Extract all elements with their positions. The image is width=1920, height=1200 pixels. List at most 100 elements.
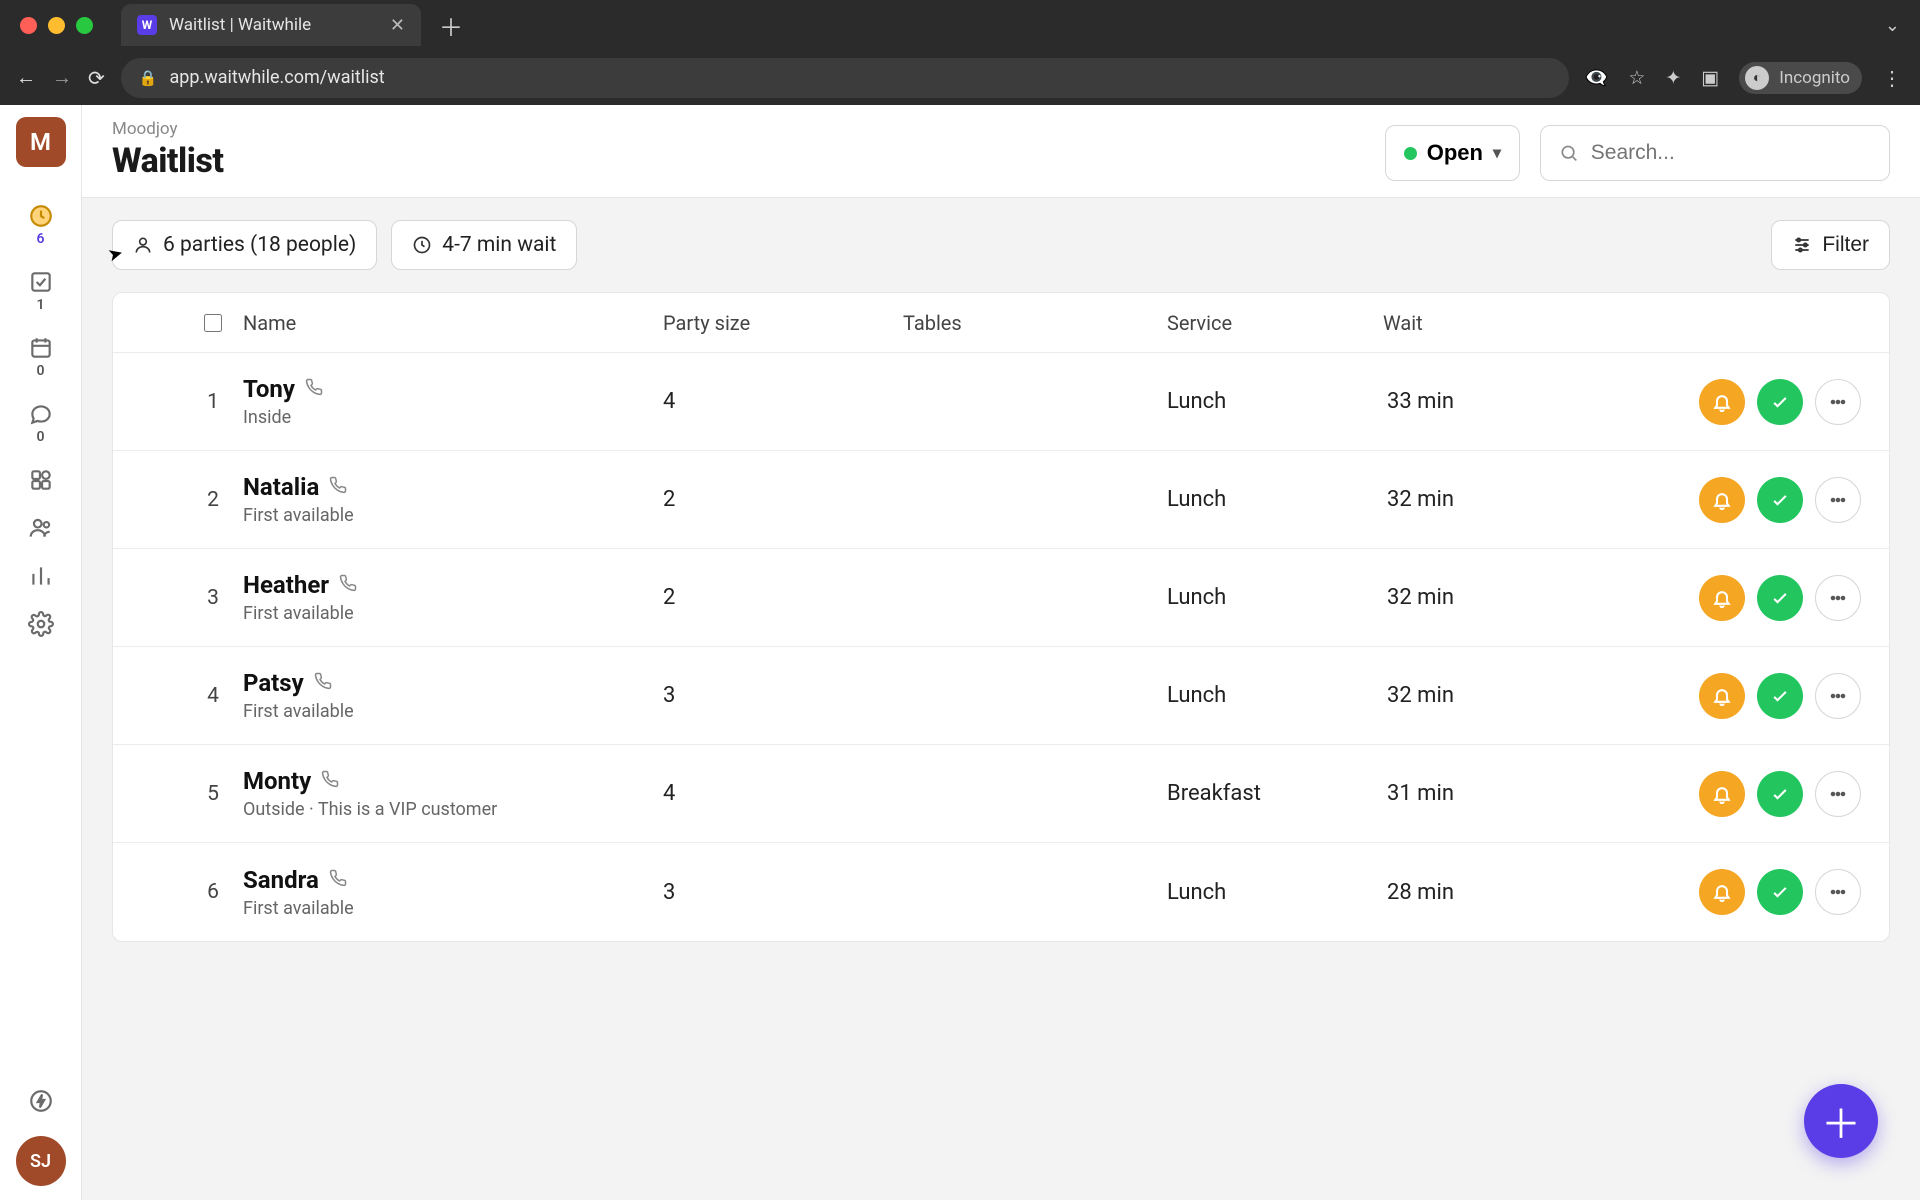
breadcrumb: Moodjoy [112,119,223,139]
select-all-checkbox[interactable] [204,314,222,332]
nav-settings[interactable] [16,611,66,637]
nav-messages[interactable]: 0 [16,401,66,445]
wait-cell: 31 min [1383,781,1653,806]
phone-icon[interactable] [321,770,339,792]
more-button[interactable] [1815,379,1861,425]
bookmark-icon[interactable]: ☆ [1628,66,1645,89]
incognito-badge[interactable]: ◐ Incognito [1739,62,1862,94]
service-cell: Lunch [1143,389,1383,414]
calendar-icon [28,335,54,361]
browser-tab[interactable]: W Waitlist | Waitwhile ✕ [121,4,421,46]
nav-calendar[interactable]: 0 [16,335,66,379]
back-button[interactable]: ← [16,65,36,90]
close-window-button[interactable] [20,17,37,34]
col-name[interactable]: Name [243,311,663,335]
tabs-dropdown-icon[interactable]: ⌄ [1885,15,1900,36]
eye-off-icon[interactable]: 👁‍🗨 [1585,66,1609,89]
nav-power[interactable] [16,1088,66,1114]
filter-button[interactable]: Filter [1771,220,1890,270]
table-row[interactable]: 5 Monty Outside · This is a VIP customer… [113,745,1889,843]
table-row[interactable]: 3 Heather First available 2 Lunch 32 min [113,549,1889,647]
nav-calendar-count: 0 [37,363,45,379]
table-row[interactable]: 6 Sandra First available 3 Lunch 28 min [113,843,1889,941]
close-tab-icon[interactable]: ✕ [390,15,405,36]
confirm-button[interactable] [1757,673,1803,719]
more-icon [1828,784,1848,804]
notify-button[interactable] [1699,771,1745,817]
service-cell: Breakfast [1143,781,1383,806]
new-tab-button[interactable]: ＋ [439,8,463,43]
check-icon [1770,490,1790,510]
col-wait[interactable]: Wait [1383,311,1653,335]
col-tables[interactable]: Tables [903,311,1143,335]
nav-apps[interactable] [16,467,66,493]
party-size: 2 [663,585,903,610]
notify-button[interactable] [1699,673,1745,719]
col-party[interactable]: Party size [663,311,903,335]
more-button[interactable] [1815,477,1861,523]
add-button[interactable]: ＋ [1804,1084,1878,1158]
phone-icon[interactable] [339,574,357,596]
customer-name: Sandra [243,866,319,894]
notify-button[interactable] [1699,379,1745,425]
table-row[interactable]: 4 Patsy First available 3 Lunch 32 min [113,647,1889,745]
nav-bookings[interactable]: 1 [16,269,66,313]
minimize-window-button[interactable] [48,17,65,34]
app-logo[interactable]: M [16,117,66,167]
nav-customers[interactable] [16,515,66,541]
table-row[interactable]: 1 Tony Inside 4 Lunch 33 min [113,353,1889,451]
wait-label: 4-7 min wait [442,233,556,257]
search-input[interactable] [1591,141,1871,165]
extensions-icon[interactable]: ✦ [1665,66,1681,89]
more-button[interactable] [1815,673,1861,719]
url-field[interactable]: 🔒 app.waitwhile.com/waitlist [121,58,1569,98]
phone-icon[interactable] [329,869,347,891]
party-size: 3 [663,880,903,905]
bar-chart-icon [28,563,54,589]
phone-icon[interactable] [329,476,347,498]
table-row[interactable]: 2 Natalia First available 2 Lunch 32 min [113,451,1889,549]
customer-name: Heather [243,571,329,599]
confirm-button[interactable] [1757,575,1803,621]
customer-note: Inside [243,407,663,428]
row-name-cell: Patsy First available [243,669,663,722]
panel-icon[interactable]: ▣ [1701,66,1719,89]
confirm-button[interactable] [1757,869,1803,915]
reload-button[interactable]: ⟳ [88,66,105,90]
confirm-button[interactable] [1757,379,1803,425]
chrome-menu-icon[interactable]: ⋮ [1882,66,1904,90]
confirm-button[interactable] [1757,477,1803,523]
phone-icon[interactable] [305,378,323,400]
url-text: app.waitwhile.com/waitlist [169,67,384,88]
check-icon [1770,882,1790,902]
service-cell: Lunch [1143,683,1383,708]
customer-name: Natalia [243,473,319,501]
more-button[interactable] [1815,869,1861,915]
nav-analytics[interactable] [16,563,66,589]
notify-button[interactable] [1699,869,1745,915]
notify-button[interactable] [1699,477,1745,523]
user-avatar[interactable]: SJ [16,1136,66,1186]
nav-waitlist[interactable]: 6 [16,203,66,247]
bell-icon [1712,588,1732,608]
search-box[interactable] [1540,125,1890,181]
row-index: 2 [183,488,243,512]
more-button[interactable] [1815,575,1861,621]
more-button[interactable] [1815,771,1861,817]
forward-button[interactable]: → [52,65,72,90]
app: M 6 1 0 0 [0,105,1920,1200]
col-service[interactable]: Service [1143,311,1383,335]
maximize-window-button[interactable] [76,17,93,34]
notify-button[interactable] [1699,575,1745,621]
row-actions [1653,477,1873,523]
customer-note: First available [243,701,663,722]
parties-pill[interactable]: 6 parties (18 people) [112,220,377,270]
phone-icon[interactable] [314,672,332,694]
status-label: Open [1427,140,1483,166]
check-icon [1770,784,1790,804]
status-dropdown[interactable]: Open ▾ [1385,125,1520,181]
wait-cell: 28 min [1383,880,1653,905]
wait-pill[interactable]: 4-7 min wait [391,220,577,270]
confirm-button[interactable] [1757,771,1803,817]
row-actions [1653,575,1873,621]
